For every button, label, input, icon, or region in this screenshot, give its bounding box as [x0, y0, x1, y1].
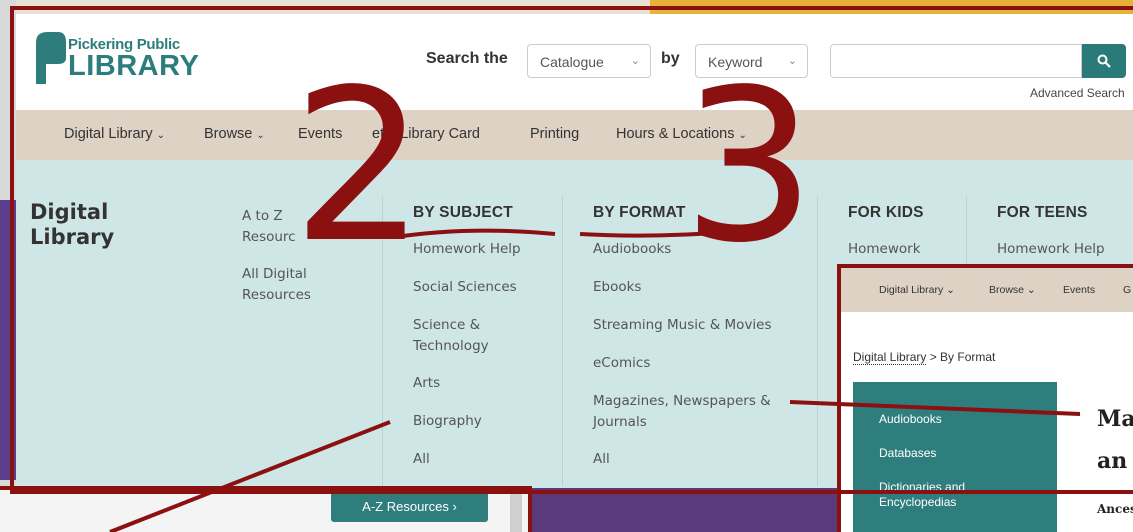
- inset-side-databases[interactable]: Databases: [879, 446, 936, 461]
- inset-nav-digital-library[interactable]: Digital Library ⌄: [879, 284, 955, 296]
- background-left-purple: [0, 200, 16, 480]
- link-magazines-line2: Journals: [593, 414, 647, 430]
- chevron-down-icon: ⌄: [630, 55, 640, 67]
- chevron-down-icon: ⌄: [738, 130, 747, 141]
- logo-text-big: LIBRARY: [68, 50, 200, 82]
- column-divider: [382, 196, 383, 486]
- link-a-to-z-line1: A to Z: [242, 208, 283, 224]
- nav-events[interactable]: Events: [298, 126, 342, 142]
- link-ebooks[interactable]: Ebooks: [593, 277, 641, 298]
- search-scope-value: Catalogue: [540, 54, 604, 70]
- inset-side-dictionaries[interactable]: Dictionaries and Encyclopedias: [879, 480, 965, 510]
- chevron-down-icon: ⌄: [787, 55, 797, 67]
- inset-nav-browse[interactable]: Browse ⌄: [989, 284, 1036, 296]
- link-science-line1: Science &: [413, 317, 481, 333]
- heading-by-subject: BY SUBJECT: [413, 204, 513, 221]
- link-science-line2: Technology: [413, 338, 489, 354]
- breadcrumb-link[interactable]: Digital Library: [853, 350, 927, 365]
- background-top-right: [650, 0, 1133, 14]
- inset-sidebar: Audiobooks Databases Dictionaries and En…: [853, 382, 1057, 532]
- search-button[interactable]: [1082, 44, 1126, 78]
- chevron-down-icon: ⌄: [256, 130, 265, 141]
- link-kids-homework[interactable]: Homework: [848, 239, 921, 260]
- heading-for-kids: FOR KIDS: [848, 204, 924, 221]
- search-input[interactable]: [830, 44, 1082, 78]
- by-label: by: [661, 50, 680, 67]
- inset-heading-line2: an: [1097, 448, 1128, 474]
- site-header: Pickering Public LIBRARY Search the Cata…: [16, 14, 1133, 110]
- column-divider: [562, 196, 563, 486]
- link-magazines-line1: Magazines, Newspapers &: [593, 393, 771, 409]
- link-audiobooks[interactable]: Audiobooks: [593, 239, 671, 260]
- advanced-search-link[interactable]: Advanced Search: [1030, 86, 1125, 100]
- inset-side-dictionaries-line1: Dictionaries and: [879, 480, 966, 494]
- search-field-select[interactable]: Keyword ⌄: [695, 44, 808, 78]
- link-homework-help[interactable]: Homework Help: [413, 239, 521, 260]
- megamenu-title-line2: Library: [30, 225, 115, 249]
- library-logo[interactable]: Pickering Public LIBRARY: [32, 28, 222, 88]
- logo-mark-icon: [36, 32, 66, 84]
- inset-subtext: Ances: [1097, 502, 1133, 516]
- megamenu-title-line1: Digital: [30, 200, 109, 224]
- nav-digital-library[interactable]: Digital Library ⌄: [64, 126, 165, 142]
- nav-hours-locations[interactable]: Hours & Locations ⌄: [616, 126, 747, 142]
- az-resources-button[interactable]: A-Z Resources ›: [331, 492, 488, 522]
- link-arts[interactable]: Arts: [413, 373, 440, 394]
- link-social-sciences[interactable]: Social Sciences: [413, 277, 517, 298]
- link-teens-homework-help[interactable]: Homework Help: [997, 239, 1105, 260]
- link-magazines[interactable]: Magazines, Newspapers & Journals: [593, 391, 771, 433]
- nav-hours-label: Hours & Locations: [616, 126, 735, 142]
- breadcrumb: Digital Library > By Format: [853, 350, 996, 365]
- search-scope-select[interactable]: Catalogue ⌄: [527, 44, 651, 78]
- search-field-value: Keyword: [708, 54, 763, 70]
- heading-for-teens: FOR TEENS: [997, 204, 1088, 221]
- inset-side-audiobooks[interactable]: Audiobooks: [879, 412, 942, 427]
- inset-heading-line1: Ma: [1097, 406, 1133, 432]
- nav-printing[interactable]: Printing: [530, 126, 579, 142]
- heading-by-format: BY FORMAT: [593, 204, 686, 221]
- breadcrumb-current: > By Format: [926, 350, 996, 364]
- link-streaming[interactable]: Streaming Music & Movies: [593, 315, 772, 336]
- inset-side-dictionaries-line2: Encyclopedias: [879, 495, 957, 509]
- inset-nav: Digital Library ⌄ Browse ⌄ Events G: [841, 268, 1133, 312]
- link-ecomics[interactable]: eComics: [593, 353, 650, 374]
- link-biography[interactable]: Biography: [413, 411, 482, 432]
- inset-nav-more[interactable]: G: [1123, 284, 1131, 296]
- nav-digital-library-label: Digital Library: [64, 126, 153, 142]
- nav-library-card[interactable]: et a Library Card: [372, 126, 480, 142]
- column-divider: [817, 196, 818, 486]
- nav-browse[interactable]: Browse ⌄: [204, 126, 265, 142]
- link-all-digital-line2: Resources: [242, 287, 311, 303]
- chevron-down-icon: ⌄: [156, 130, 166, 141]
- link-subject-all[interactable]: All: [413, 449, 430, 470]
- megamenu-title: Digital Library: [30, 200, 150, 250]
- link-all-digital-line1: All Digital: [242, 266, 307, 282]
- link-a-to-z[interactable]: A to Z Resourc: [242, 206, 296, 248]
- inset-screenshot-right: Digital Library ⌄ Browse ⌄ Events G Digi…: [841, 268, 1133, 532]
- search-icon: [1097, 54, 1111, 68]
- link-format-all[interactable]: All: [593, 449, 610, 470]
- link-all-digital-resources[interactable]: All Digital Resources: [242, 264, 311, 306]
- link-science-technology[interactable]: Science & Technology: [413, 315, 489, 357]
- scrollbar[interactable]: [510, 494, 522, 532]
- inset-nav-events[interactable]: Events: [1063, 284, 1095, 296]
- link-a-to-z-line2: Resourc: [242, 229, 296, 245]
- main-nav: Digital Library ⌄ Browse ⌄ Events et a Lib…: [16, 110, 1133, 160]
- search-label: Search the: [426, 50, 508, 67]
- nav-browse-label: Browse: [204, 126, 253, 142]
